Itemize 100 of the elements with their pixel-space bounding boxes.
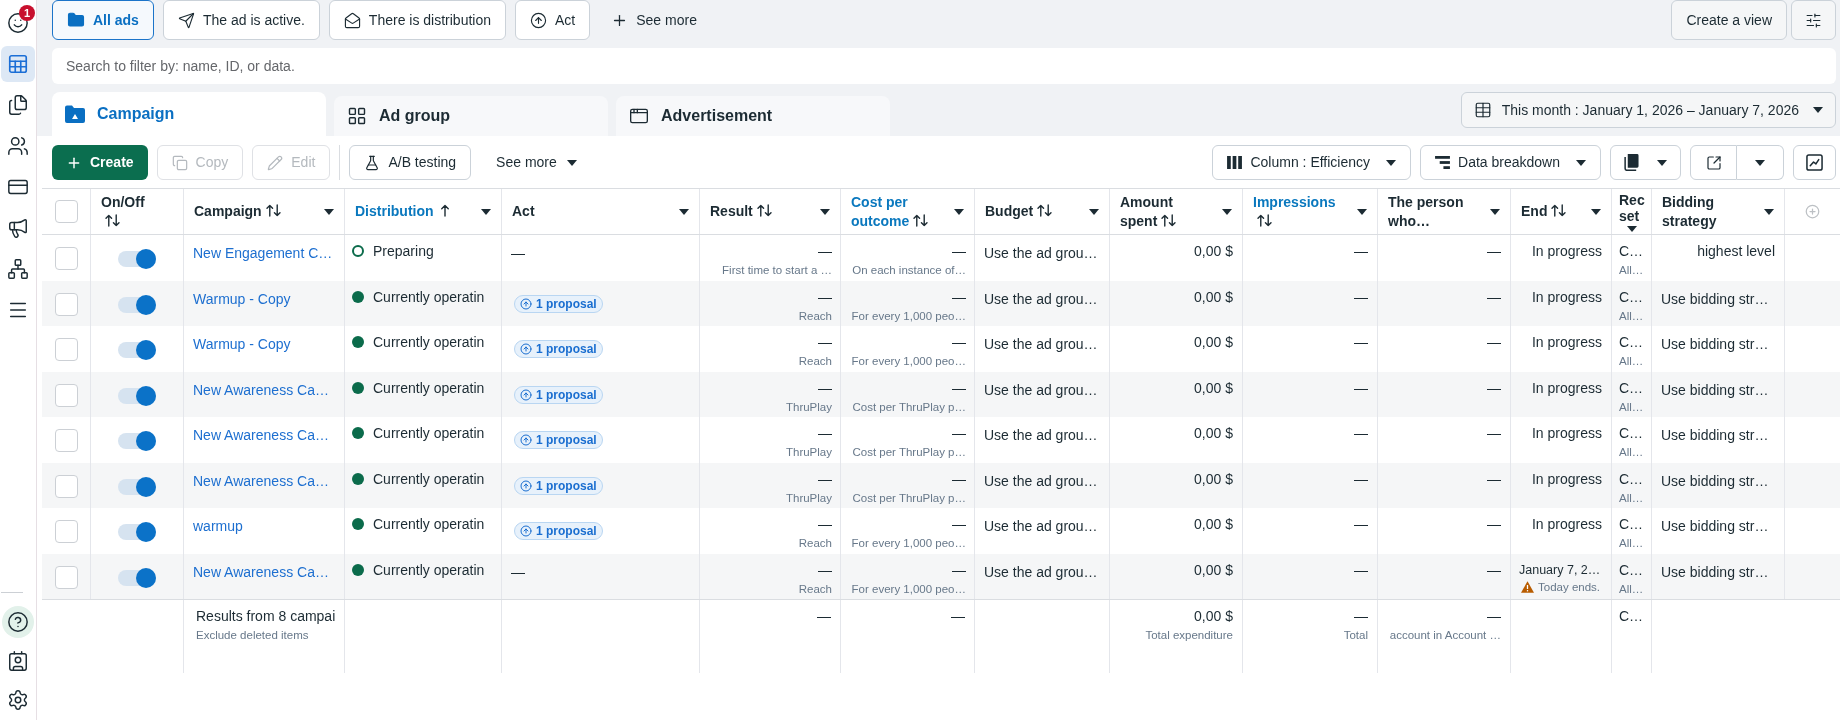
campaign-link[interactable]: New Awareness Ca… (193, 472, 329, 489)
cell-subtext: Cost per ThruPlay p… (852, 399, 966, 415)
columns-icon (1227, 156, 1243, 169)
select-all-checkbox[interactable] (54, 200, 78, 223)
cell-subtext: All… (1619, 536, 1644, 551)
documents-icon (7, 94, 29, 116)
caret-icon (1755, 159, 1765, 166)
proposal-button[interactable]: 1 proposal (514, 431, 603, 449)
create-view-button[interactable]: Create a view (1671, 0, 1787, 40)
cell-text: — (1487, 242, 1501, 261)
sort-icon[interactable] (1257, 213, 1272, 227)
sort-icon[interactable] (756, 204, 772, 217)
column-header[interactable]: Budget (975, 189, 1109, 234)
cell-text: — (1487, 378, 1501, 398)
row-checkbox[interactable] (54, 429, 78, 452)
search-field[interactable]: Search to filter by: name, ID, or data. (52, 48, 1836, 84)
column-header[interactable]: On/Off (91, 189, 183, 234)
column-header[interactable]: Distribution (345, 189, 501, 234)
sort-icon[interactable] (913, 213, 929, 227)
export-button[interactable] (1690, 145, 1737, 180)
table-icon (7, 53, 29, 75)
campaign-link[interactable]: New Engagement C… (193, 245, 333, 261)
cell-text: In progress (1531, 424, 1602, 443)
sort-icon[interactable] (265, 204, 281, 217)
sidebar-item[interactable]: 1 (1, 5, 35, 41)
column-header[interactable]: Act (502, 189, 699, 234)
caret-icon (1657, 159, 1667, 166)
proposal-button[interactable]: 1 proposal (514, 294, 603, 313)
cell-text: — (1354, 424, 1368, 443)
sort-ascending-icon[interactable] (439, 204, 450, 217)
column-header[interactable]: Result (700, 189, 840, 234)
campaign-link[interactable]: New Awareness Ca… (193, 381, 329, 398)
proposal-button[interactable]: 1 proposal (514, 385, 603, 404)
toggle-switch[interactable] (118, 522, 156, 542)
column-header[interactable]: Impressions (1243, 189, 1377, 234)
filter-tab[interactable]: There is distribution (328, 0, 506, 40)
cell-text: Use bidding str… (1661, 518, 1769, 534)
filter-tab[interactable]: Act (515, 0, 591, 40)
cell-text: C… (1619, 424, 1644, 443)
see-more-button[interactable]: See more (599, 0, 709, 40)
arrow-up-circle-icon (520, 388, 532, 401)
columns-button[interactable]: Column : Efficiency (1212, 145, 1412, 180)
toggle-switch[interactable] (118, 476, 156, 497)
column-header[interactable]: Rec set (1612, 189, 1651, 234)
toolbar-button[interactable]: A/B testing (349, 145, 472, 180)
sort-icon[interactable] (105, 213, 120, 227)
column-header[interactable]: End (1511, 189, 1611, 234)
row-checkbox[interactable] (54, 383, 78, 407)
breakdown-button[interactable]: Data breakdown (1420, 145, 1601, 180)
stacked-bars-icon (1435, 156, 1451, 169)
pencil-icon (267, 154, 284, 171)
campaign-link[interactable]: Warmup - Copy (193, 290, 291, 307)
arrow-up-circle-icon (520, 525, 532, 537)
cell-text: — (952, 515, 966, 534)
row-checkbox[interactable] (54, 565, 78, 589)
campaign-link[interactable]: New Awareness Ca… (193, 427, 329, 443)
column-header[interactable]: The person who… (1378, 189, 1510, 234)
toggle-switch[interactable] (118, 567, 156, 588)
proposal-button[interactable]: 1 proposal (514, 476, 603, 495)
toggle-switch[interactable] (118, 385, 156, 406)
campaign-link[interactable]: Warmup - Copy (193, 336, 291, 352)
toggle-switch[interactable] (118, 249, 156, 269)
filter-tab[interactable]: All ads (52, 0, 154, 40)
cell-text: — (1354, 333, 1368, 352)
column-header[interactable]: Cost per outcome (841, 189, 974, 234)
row-checkbox[interactable] (54, 338, 78, 361)
level-tab[interactable]: Ad group (334, 96, 608, 136)
arrow-up-circle-icon (520, 434, 532, 446)
row-checkbox[interactable] (54, 292, 78, 316)
copy-icon (171, 154, 188, 171)
row-checkbox[interactable] (54, 474, 78, 498)
filter-tab[interactable]: The ad is active. (162, 0, 320, 40)
sort-icon[interactable] (1037, 204, 1053, 217)
chart-button[interactable] (1793, 145, 1836, 180)
date-range-button[interactable]: This month : January 1, 2026 – January 7, 2026 (1460, 92, 1836, 128)
toolbar-button[interactable]: Create (52, 145, 148, 180)
level-tab[interactable]: Campaign (52, 92, 326, 136)
column-header[interactable]: Amount spent (1110, 189, 1242, 234)
toggle-switch[interactable] (118, 340, 156, 360)
campaign-link[interactable]: New Awareness Ca… (193, 563, 329, 580)
cell-text: — (1487, 560, 1501, 580)
cell-subtext: Cost per ThruPlay p… (852, 490, 966, 506)
see-more-button[interactable]: See more (480, 145, 593, 180)
sort-icon[interactable] (1551, 204, 1567, 217)
proposal-button[interactable]: 1 proposal (514, 522, 603, 540)
row-checkbox[interactable] (54, 247, 78, 270)
view-settings-button[interactable] (1791, 0, 1836, 40)
cell-subtext: All… (1619, 263, 1644, 278)
cell-text: Use bidding str… (1661, 381, 1769, 398)
column-header[interactable]: Bidding strategy (1652, 189, 1784, 234)
toggle-switch[interactable] (118, 294, 156, 315)
reports-button[interactable] (1610, 145, 1681, 180)
sort-icon[interactable] (1161, 213, 1177, 227)
row-checkbox[interactable] (54, 520, 78, 543)
toggle-switch[interactable] (118, 431, 156, 451)
column-header[interactable]: Campaign (184, 189, 344, 234)
proposal-button[interactable]: 1 proposal (514, 340, 603, 358)
cell-text: — (1354, 515, 1368, 534)
campaign-link[interactable]: warmup (193, 518, 243, 534)
level-tab[interactable]: Advertisement (616, 96, 890, 136)
